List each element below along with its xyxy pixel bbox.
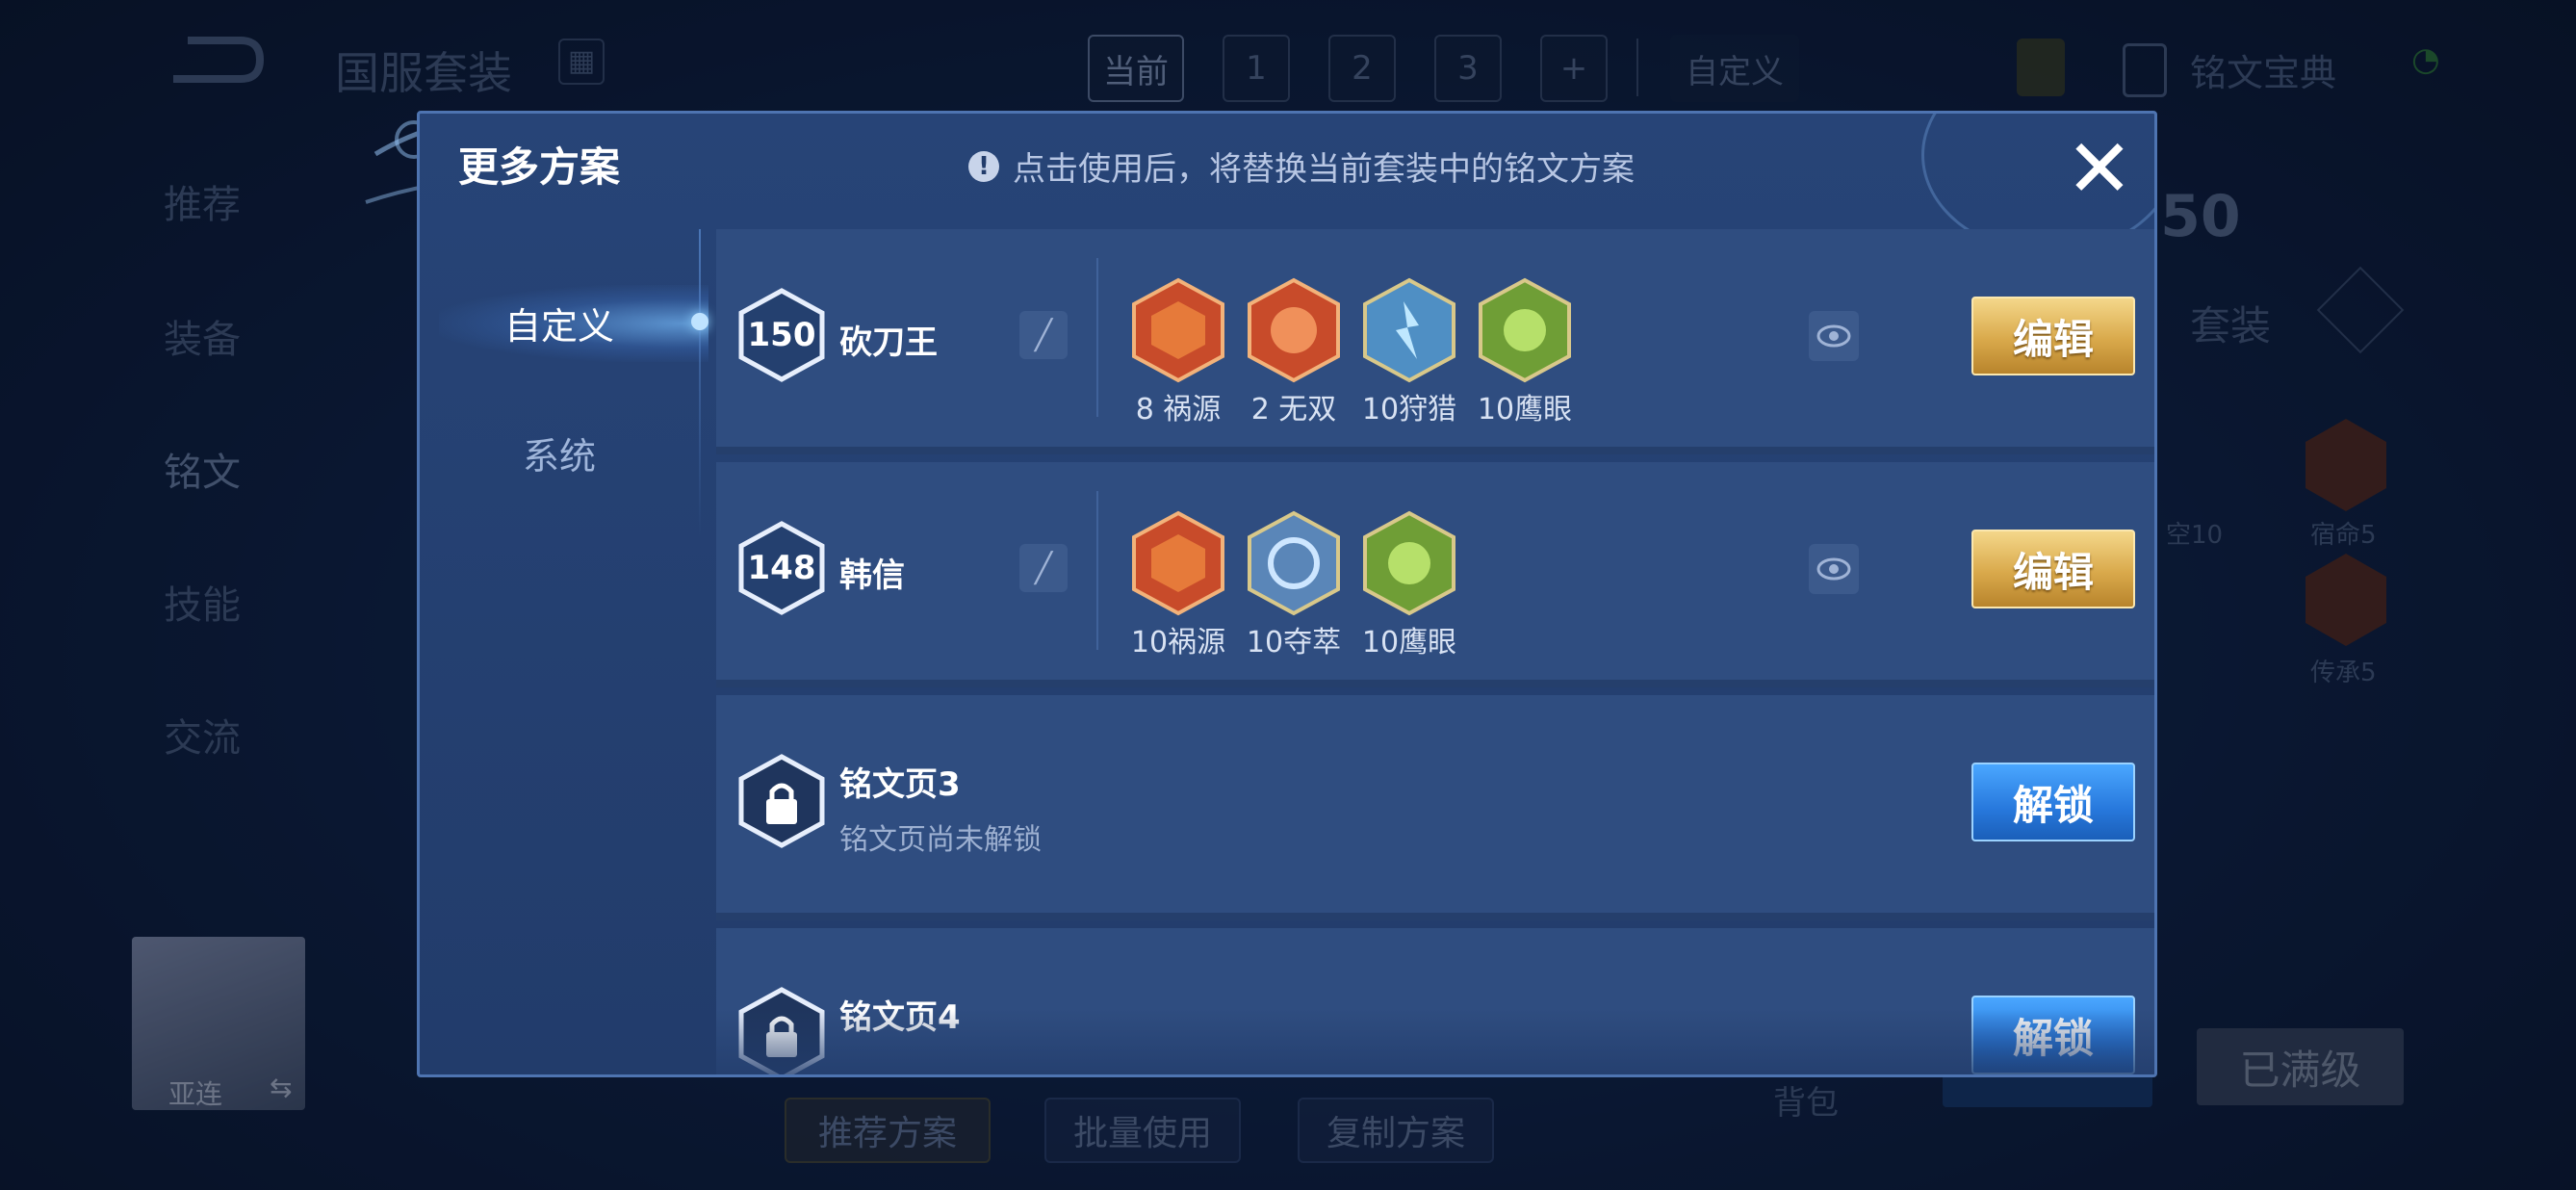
row-divider (1096, 491, 1098, 650)
page-name: 铭文页3 (839, 765, 961, 804)
rune-slot: 10鹰眼 (1352, 510, 1467, 660)
rune-red-icon (1132, 277, 1224, 383)
rune-count-label: 2 无双 (1250, 393, 1337, 427)
level-value: 150 (747, 316, 816, 354)
lock-badge (737, 753, 826, 849)
preview-button[interactable] (1809, 544, 1859, 594)
page-name: 砍刀王 (839, 323, 938, 362)
rune-slot: 10鹰眼 (1467, 277, 1583, 427)
rune-green-icon (1363, 510, 1455, 616)
notice-label: 点击使用后，将替换当前套装中的铭文方案 (1013, 150, 1635, 189)
rune-red-icon (1248, 277, 1340, 383)
close-icon: ✕ (2065, 121, 2134, 216)
rune-count-label: 10祸源 (1130, 626, 1226, 660)
rune-green-icon (1479, 277, 1571, 383)
dialog-title: 更多方案 (458, 143, 621, 191)
level-badge: 150 (737, 287, 826, 383)
level-badge: 148 (737, 520, 826, 616)
close-button[interactable]: ✕ (2056, 121, 2143, 216)
plan-category-nav: 自定义 系统 (420, 229, 708, 1074)
level-value: 148 (747, 549, 816, 587)
eye-icon (1816, 557, 1851, 581)
brush-icon: ╱ (1034, 318, 1053, 352)
unlock-button[interactable]: 解锁 (1971, 763, 2135, 841)
page-name: 韩信 (839, 556, 905, 595)
rune-blue-icon (1248, 510, 1340, 616)
rune-slot: 10夺萃 (1236, 510, 1352, 660)
rename-button[interactable]: ╱ (1019, 311, 1068, 359)
rune-red-icon (1132, 510, 1224, 616)
rune-slot: 8 祸源 (1121, 277, 1236, 427)
rune-slot: 10祸源 (1121, 510, 1236, 660)
rune-slot: 2 无双 (1236, 277, 1352, 427)
rune-page-row: 150 砍刀王 ╱ 8 祸源 2 无双 10狩猎 10鹰眼 编辑 (716, 229, 2154, 454)
more-plans-dialog: 更多方案 ! 点击使用后，将替换当前套装中的铭文方案 ✕ 自定义 系统 150 … (417, 111, 2157, 1077)
list-fade (716, 1009, 2154, 1074)
edit-button[interactable]: 编辑 (1971, 297, 2135, 375)
rune-count-label: 10夺萃 (1246, 626, 1342, 660)
preview-button[interactable] (1809, 311, 1859, 361)
rune-slot: 10狩猎 (1352, 277, 1467, 427)
page-status: 铭文页尚未解锁 (839, 823, 1042, 857)
notice-text: ! 点击使用后，将替换当前套装中的铭文方案 (968, 142, 1635, 190)
lock-icon (738, 754, 825, 848)
locked-page-row: 铭文页3 铭文页尚未解锁 解锁 (716, 695, 2154, 920)
rune-page-row: 148 韩信 ╱ 10祸源 10夺萃 10鹰眼 编辑 (716, 462, 2154, 687)
rune-count-label: 10鹰眼 (1477, 393, 1573, 427)
rune-count-label: 10鹰眼 (1361, 626, 1457, 660)
eye-icon (1816, 324, 1851, 348)
nav-divider (699, 229, 701, 537)
nav-item-custom[interactable]: 自定义 (420, 297, 699, 349)
rune-blue-icon (1363, 277, 1455, 383)
info-icon: ! (968, 150, 999, 182)
rename-button[interactable]: ╱ (1019, 544, 1068, 592)
nav-item-system[interactable]: 系统 (420, 427, 699, 479)
rune-count-label: 8 祸源 (1135, 393, 1222, 427)
row-divider (1096, 258, 1098, 417)
edit-button[interactable]: 编辑 (1971, 530, 2135, 608)
brush-icon: ╱ (1034, 551, 1053, 585)
rune-count-label: 10狩猎 (1361, 393, 1457, 427)
